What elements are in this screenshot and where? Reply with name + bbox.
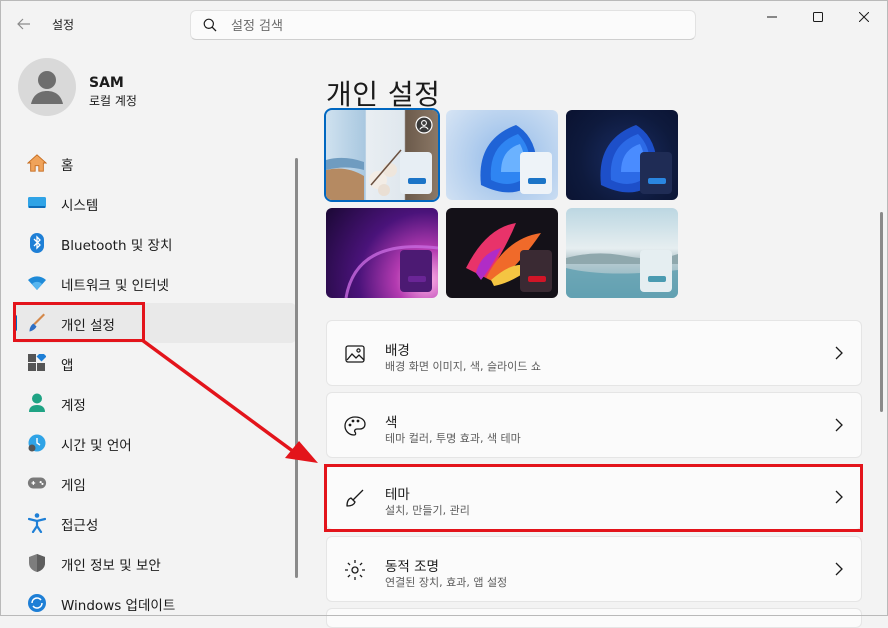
system-icon [27, 193, 47, 213]
sidebar-item-gaming[interactable]: 게임 [14, 463, 296, 503]
card-title: 배경 [385, 343, 410, 359]
theme-preview-window [400, 250, 432, 292]
back-button[interactable] [10, 12, 38, 36]
sidebar-item-accessibility[interactable]: 접근성 [14, 503, 296, 543]
background-settings-card[interactable]: 배경 배경 화면 이미지, 색, 슬라이드 쇼 [326, 320, 862, 386]
chevron-right-icon [835, 490, 843, 504]
sidebar-nav: 홈 시스템 Bluetooth 및 장치 네트워크 및 인터넷 개인 설정 앱 … [14, 143, 296, 623]
close-icon [859, 12, 869, 22]
privacy-shield-icon [27, 553, 47, 573]
card-title: 동적 조명 [385, 559, 439, 575]
sidebar-item-privacy-security[interactable]: 개인 정보 및 보안 [14, 543, 296, 583]
accessibility-icon [27, 513, 47, 533]
user-name: SAM [89, 75, 124, 91]
theme-gallery [324, 108, 682, 300]
theme-preview-window [520, 152, 552, 194]
sidebar-item-label: 시간 및 언어 [61, 438, 132, 454]
theme-preview-accent [408, 178, 426, 184]
minimize-icon [767, 16, 777, 18]
theme-captured-motion[interactable] [446, 208, 558, 298]
home-icon [27, 153, 47, 173]
sidebar-item-label: 앱 [61, 358, 74, 374]
spotlight-badge-icon [415, 116, 433, 134]
theme-flow[interactable] [566, 208, 678, 298]
sidebar-item-network[interactable]: 네트워크 및 인터넷 [14, 263, 296, 303]
card-title: 색 [385, 415, 398, 431]
sidebar-item-label: 홈 [61, 158, 74, 174]
user-silhouette-icon [31, 71, 63, 104]
bluetooth-icon [27, 233, 47, 253]
dynamic-lighting-icon [343, 558, 367, 582]
selection-indicator [14, 315, 17, 331]
theme-windows-dark[interactable] [566, 110, 678, 200]
content-scrollbar[interactable] [880, 212, 883, 412]
palette-icon [343, 414, 367, 438]
search-input[interactable] [229, 16, 673, 36]
card-subtitle: 배경 화면 이미지, 색, 슬라이드 쇼 [385, 360, 542, 373]
gaming-icon [27, 473, 47, 493]
time-language-icon [27, 433, 47, 453]
card-subtitle: 설치, 만들기, 관리 [385, 504, 470, 517]
sidebar-scrollbar[interactable] [295, 158, 298, 578]
personalization-brush-icon [27, 313, 47, 333]
chevron-right-icon [835, 562, 843, 576]
sidebar-item-label: 네트워크 및 인터넷 [61, 278, 169, 294]
sidebar-item-time-language[interactable]: 시간 및 언어 [14, 423, 296, 463]
apps-icon [27, 353, 47, 373]
theme-glow[interactable] [326, 208, 438, 298]
sidebar-item-label: 시스템 [61, 198, 99, 214]
search-box[interactable] [190, 10, 696, 40]
avatar[interactable] [18, 58, 76, 116]
minimize-button[interactable] [750, 0, 794, 34]
sidebar-item-system[interactable]: 시스템 [14, 183, 296, 223]
sidebar-item-label: Bluetooth 및 장치 [61, 238, 173, 254]
sidebar-item-label: 계정 [61, 398, 86, 414]
sidebar-item-windows-update[interactable]: Windows 업데이트 [14, 583, 296, 623]
back-arrow-icon [17, 18, 30, 30]
sidebar-item-apps[interactable]: 앱 [14, 343, 296, 383]
sidebar-item-home[interactable]: 홈 [14, 143, 296, 183]
next-settings-card[interactable] [326, 608, 862, 628]
maximize-button[interactable] [796, 0, 840, 34]
title-bar: 설정 [0, 0, 888, 48]
app-title: 설정 [52, 18, 75, 32]
theme-preview-window [640, 250, 672, 292]
user-account-type: 로컬 계정 [89, 94, 137, 108]
chevron-right-icon [835, 346, 843, 360]
theme-preview-window [640, 152, 672, 194]
theme-preview-window [520, 250, 552, 292]
sidebar-item-label: 접근성 [61, 518, 99, 534]
sidebar-item-accounts[interactable]: 계정 [14, 383, 296, 423]
theme-spotlight[interactable] [324, 108, 440, 202]
themes-settings-card[interactable]: 테마 설치, 만들기, 관리 [326, 464, 862, 530]
sidebar-item-label: 게임 [61, 478, 86, 494]
theme-preview-window [400, 152, 432, 194]
network-icon [27, 273, 47, 293]
accounts-icon [27, 393, 47, 413]
brush-icon [343, 486, 367, 510]
chevron-right-icon [835, 418, 843, 432]
theme-preview-accent [528, 276, 546, 282]
sidebar-item-label: 개인 정보 및 보안 [61, 558, 161, 574]
page-title: 개인 설정 [326, 77, 441, 111]
theme-preview-accent [648, 178, 666, 184]
picture-icon [343, 342, 367, 366]
theme-preview-accent [528, 178, 546, 184]
theme-preview-accent [648, 276, 666, 282]
dynamic-lighting-card[interactable]: 동적 조명 연결된 장치, 효과, 앱 설정 [326, 536, 862, 602]
sidebar-item-personalization[interactable]: 개인 설정 [14, 303, 296, 343]
update-icon [27, 593, 47, 613]
theme-windows-light[interactable] [446, 110, 558, 200]
sidebar-item-bluetooth[interactable]: Bluetooth 및 장치 [14, 223, 296, 263]
search-icon [203, 18, 217, 32]
sidebar-item-label: Windows 업데이트 [61, 598, 176, 614]
color-settings-card[interactable]: 색 테마 컬러, 투명 효과, 색 테마 [326, 392, 862, 458]
card-subtitle: 연결된 장치, 효과, 앱 설정 [385, 576, 508, 589]
maximize-icon [813, 12, 823, 22]
sidebar-item-label: 개인 설정 [61, 318, 115, 334]
close-button[interactable] [842, 0, 886, 34]
card-title: 테마 [385, 487, 410, 503]
theme-preview-accent [408, 276, 426, 282]
card-subtitle: 테마 컬러, 투명 효과, 색 테마 [385, 432, 521, 445]
